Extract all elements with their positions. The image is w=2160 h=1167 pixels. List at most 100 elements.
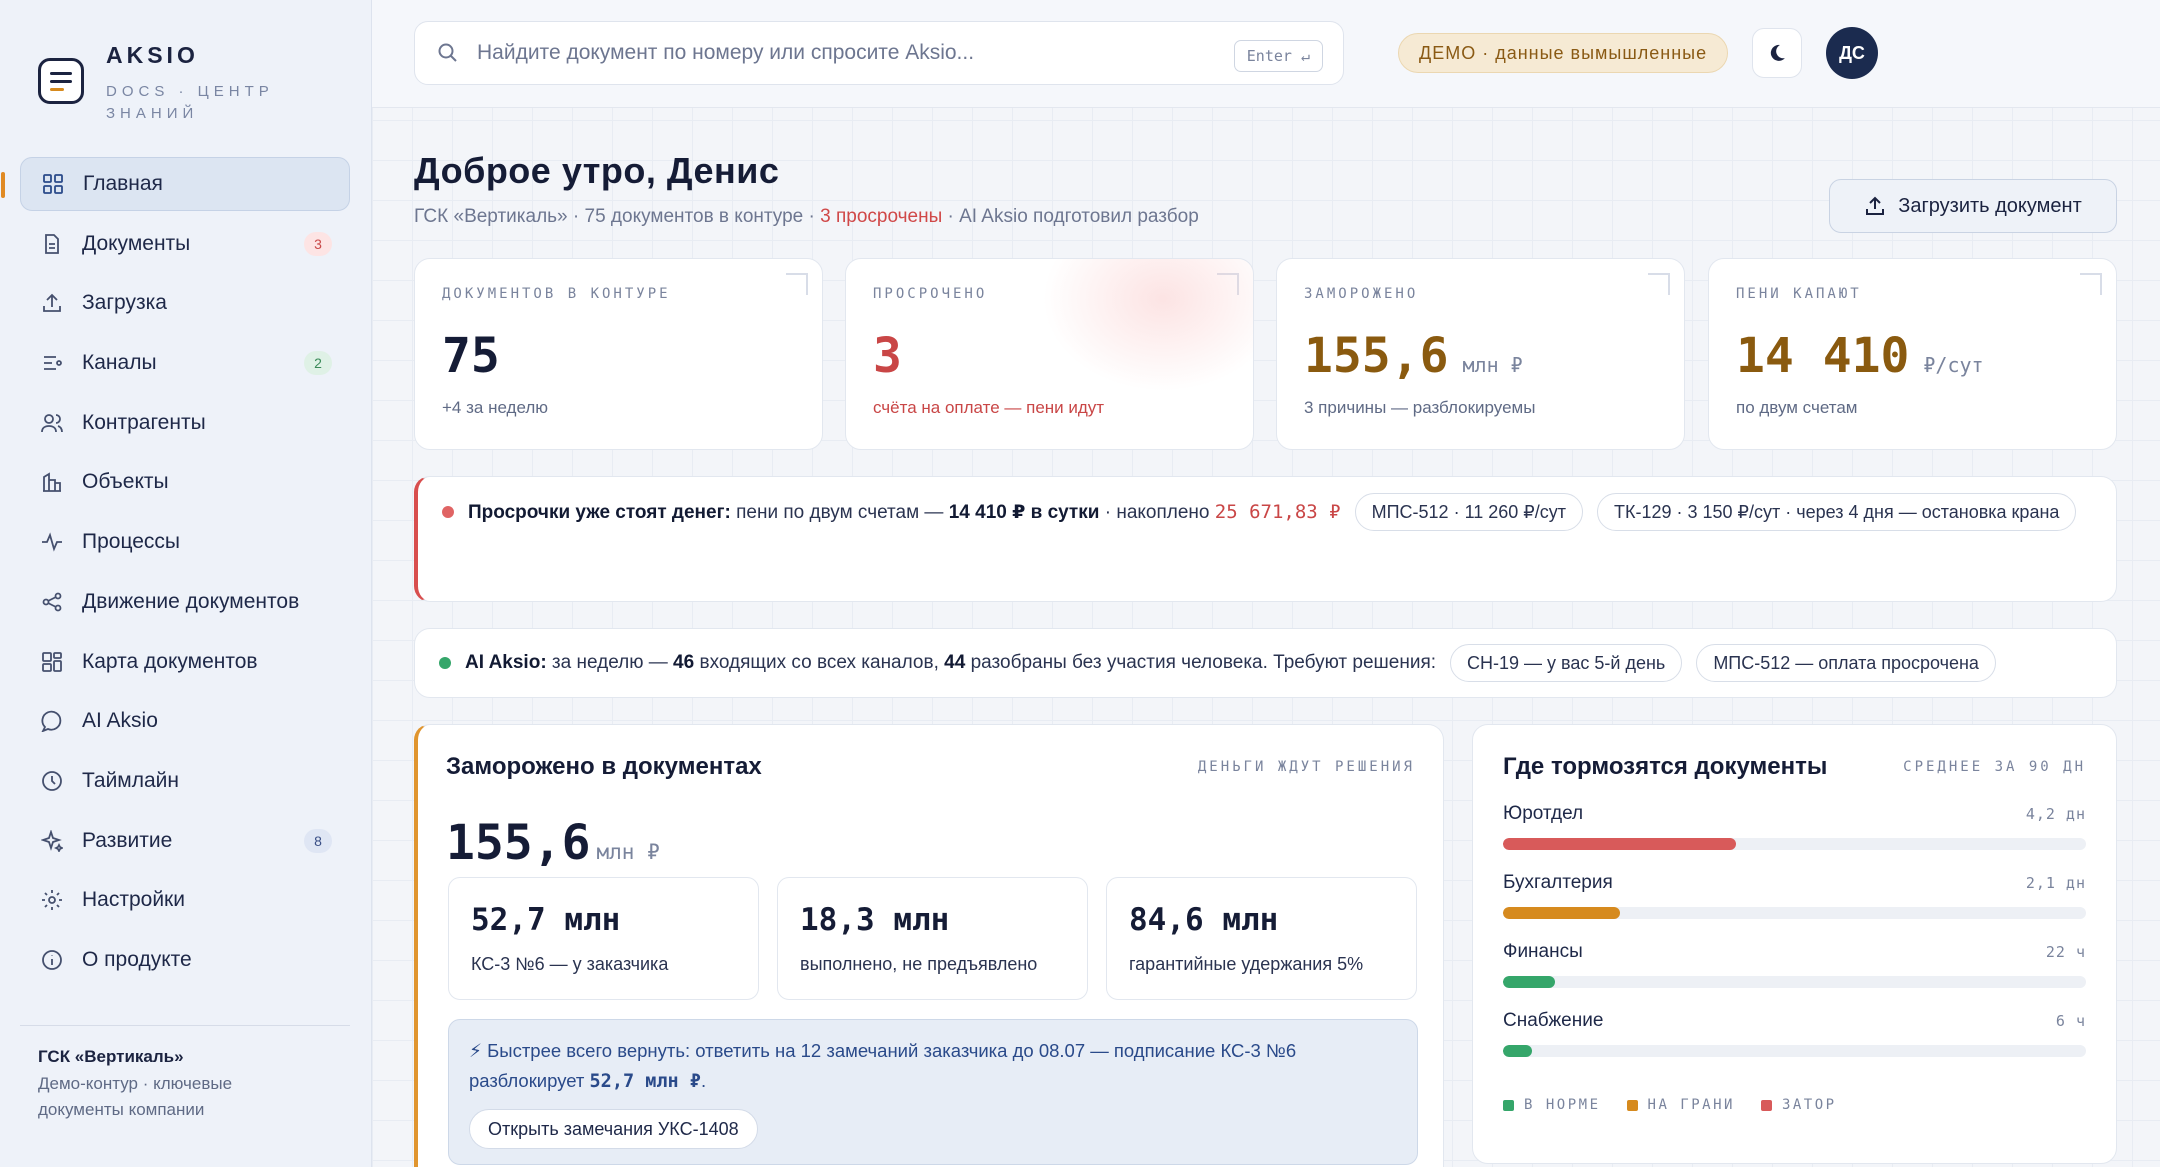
- kpi-card-frozen[interactable]: ЗАМОРОЖЕНО 155,6 млн ₽ 3 причины — разбло…: [1276, 258, 1685, 450]
- brand-name: AKSIO: [106, 42, 199, 68]
- overdue-link[interactable]: 3 просрочены: [820, 206, 942, 227]
- count-badge: 2: [304, 351, 332, 376]
- sidebar-item-processes[interactable]: Процессы: [20, 515, 350, 569]
- sidebar-item-upload[interactable]: Загрузка: [20, 276, 350, 330]
- sidebar-item-documents[interactable]: Документы 3: [20, 217, 350, 271]
- building-icon: [40, 470, 64, 494]
- users-icon: [40, 411, 64, 435]
- department-delay: 6 ч: [2055, 1012, 2086, 1030]
- sidebar-item-ai-aksio[interactable]: AI Aksio: [20, 694, 350, 748]
- sidebar-item-channels[interactable]: Каналы 2: [20, 336, 350, 390]
- kpi-label: ПЕНИ КАПАЮТ: [1736, 286, 1862, 302]
- hint-text: ⚡ Быстрее всего вернуть: ответить на 12 …: [469, 1040, 1297, 1092]
- department-delay: 2,1 дн: [2025, 874, 2086, 892]
- sidebar-item-objects[interactable]: Объекты: [20, 455, 350, 509]
- delay-bar: [1503, 838, 2086, 850]
- sidebar-item-home[interactable]: Главная: [1, 157, 350, 211]
- department-row[interactable]: Юротдел 4,2 дн: [1503, 803, 2086, 850]
- sidebar-item-document-map[interactable]: Карта документов: [20, 635, 350, 689]
- sidebar-item-document-flow[interactable]: Движение документов: [20, 575, 350, 629]
- workspace-info: ГСК «Вертикаль» Демо-контур · ключевые д…: [20, 1025, 350, 1123]
- share-icon: [40, 590, 64, 614]
- penalty-chip[interactable]: ТК-129 · 3 150 ₽/сут · через 4 дня — ост…: [1596, 493, 2077, 531]
- sidebar-item-about[interactable]: О продукте: [20, 933, 350, 987]
- frozen-item-value: 84,6 млн: [1129, 902, 1279, 938]
- sidebar-item-label: Главная: [83, 172, 163, 195]
- document-icon: [40, 232, 64, 256]
- frozen-breakdown: 52,7 млн КС-3 №6 — у заказчика 18,3 млн …: [448, 877, 1417, 1000]
- info-icon: [40, 948, 64, 972]
- delay-bar: [1503, 976, 2086, 988]
- department-name: Снабжение: [1503, 1010, 1604, 1031]
- sidebar-item-development[interactable]: Развитие 8: [20, 814, 350, 868]
- kpi-note: счёта на оплате — пени идут: [873, 398, 1105, 417]
- open-remarks-button[interactable]: Открыть замечания УКС-1408: [469, 1109, 758, 1149]
- sidebar-nav: Главная Документы 3 Загрузка Каналы 2 Ко…: [1, 157, 350, 993]
- upload-document-button[interactable]: Загрузить документ: [1829, 179, 2117, 233]
- grid-icon: [41, 172, 65, 196]
- sidebar-item-timeline[interactable]: Таймлайн: [20, 754, 350, 808]
- status-dot-icon: [439, 657, 451, 669]
- upload-icon: [40, 291, 64, 315]
- search-input[interactable]: Найдите документ по номеру или спросите …: [414, 21, 1344, 85]
- kpi-card-overdue[interactable]: ПРОСРОЧЕНО 3 счёта на оплате — пени идут: [845, 258, 1254, 450]
- frozen-item[interactable]: 52,7 млн КС-3 №6 — у заказчика: [448, 877, 759, 1000]
- page-title: Доброе утро, Денис: [414, 150, 780, 191]
- sidebar: AKSIO DOCS · ЦЕНТР ЗНАНИЙ Главная Докуме…: [0, 0, 372, 1167]
- kpi-note: +4 за неделю: [442, 398, 549, 417]
- search-placeholder: Найдите документ по номеру или спросите …: [477, 41, 975, 64]
- count-badge: 8: [304, 828, 332, 853]
- delay-bar-fill: [1503, 976, 1556, 988]
- delay-bar-fill: [1503, 907, 1620, 919]
- frozen-item[interactable]: 84,6 млн гарантийные удержания 5%: [1106, 877, 1417, 1000]
- sparkle-icon: [40, 829, 64, 853]
- overdue-alert: Просрочки уже стоят денег: пени по двум …: [414, 476, 2117, 602]
- legend-item: В НОРМЕ: [1503, 1097, 1601, 1113]
- sidebar-item-label: Контрагенты: [82, 410, 206, 434]
- delay-bar-fill: [1503, 1045, 1533, 1057]
- department-list: Юротдел 4,2 дн Бухгалтерия 2,1 дн Финансы 2…: [1503, 803, 2086, 1057]
- avatar[interactable]: ДС: [1826, 27, 1878, 79]
- legend: В НОРМЕ НА ГРАНИ ЗАТОР: [1503, 1097, 2086, 1113]
- decision-chip[interactable]: МПС-512 — оплата просрочена: [1696, 644, 1996, 682]
- penalty-chip[interactable]: МПС-512 · 11 260 ₽/сут: [1354, 493, 1583, 531]
- ai-summary: AI Aksio: за неделю — 46 входящих со все…: [414, 628, 2117, 698]
- brand[interactable]: AKSIO DOCS · ЦЕНТР ЗНАНИЙ: [38, 40, 276, 125]
- sidebar-item-settings[interactable]: Настройки: [20, 873, 350, 927]
- bottlenecks-card: Где тормозятся документы СРЕДНЕЕ ЗА 90 Д…: [1472, 724, 2117, 1164]
- alert-text: Просрочки уже стоят денег: пени по двум …: [468, 500, 1341, 523]
- department-row[interactable]: Снабжение 6 ч: [1503, 1010, 2086, 1057]
- kpi-label: ПРОСРОЧЕНО: [873, 286, 988, 302]
- count-badge: 3: [304, 231, 332, 256]
- workspace-name: ГСК «Вертикаль»: [38, 1047, 184, 1066]
- moon-icon: [1770, 44, 1785, 61]
- department-delay: 22 ч: [2045, 943, 2086, 961]
- theme-toggle-button[interactable]: [1752, 28, 1802, 78]
- department-row[interactable]: Бухгалтерия 2,1 дн: [1503, 872, 2086, 919]
- pulse-icon: [40, 530, 64, 554]
- sidebar-item-label: О продукте: [82, 947, 192, 971]
- demo-badge: ДЕМО · данные вымышленные: [1398, 33, 1729, 73]
- topbar: Найдите документ по номеру или спросите …: [372, 0, 2160, 108]
- frozen-item[interactable]: 18,3 млн выполнено, не предъявлено: [777, 877, 1088, 1000]
- kpi-card-penalties[interactable]: ПЕНИ КАПАЮТ 14 410 ₽/сут по двум счетам: [1708, 258, 2117, 450]
- sidebar-item-label: Каналы: [82, 351, 157, 375]
- legend-item: ЗАТОР: [1760, 1097, 1837, 1113]
- delay-bar: [1503, 907, 2086, 919]
- frozen-total: 155,6 млн ₽: [446, 815, 660, 871]
- frozen-money-card: Заморожено в документах ДЕНЬГИ ЖДУТ РЕШЕ…: [414, 724, 1444, 1167]
- kpi-unit: млн ₽: [1462, 353, 1523, 377]
- sidebar-item-label: Документы: [82, 231, 191, 255]
- sidebar-item-label: AI Aksio: [82, 709, 158, 733]
- department-name: Финансы: [1503, 941, 1583, 962]
- clock-icon: [40, 769, 64, 793]
- frozen-item-desc: КС-3 №6 — у заказчика: [471, 954, 669, 974]
- kpi-value: 75: [442, 328, 500, 384]
- decision-chip[interactable]: СН-19 — у вас 5-й день: [1450, 644, 1683, 682]
- kpi-label: ЗАМОРОЖЕНО: [1304, 286, 1419, 302]
- kpi-card-documents[interactable]: ДОКУМЕНТОВ В КОНТУРЕ 75 +4 за неделю: [414, 258, 823, 450]
- frozen-item-desc: выполнено, не предъявлено: [800, 954, 1038, 974]
- department-row[interactable]: Финансы 22 ч: [1503, 941, 2086, 988]
- sidebar-item-contractors[interactable]: Контрагенты: [20, 396, 350, 450]
- delay-bar-fill: [1503, 838, 1737, 850]
